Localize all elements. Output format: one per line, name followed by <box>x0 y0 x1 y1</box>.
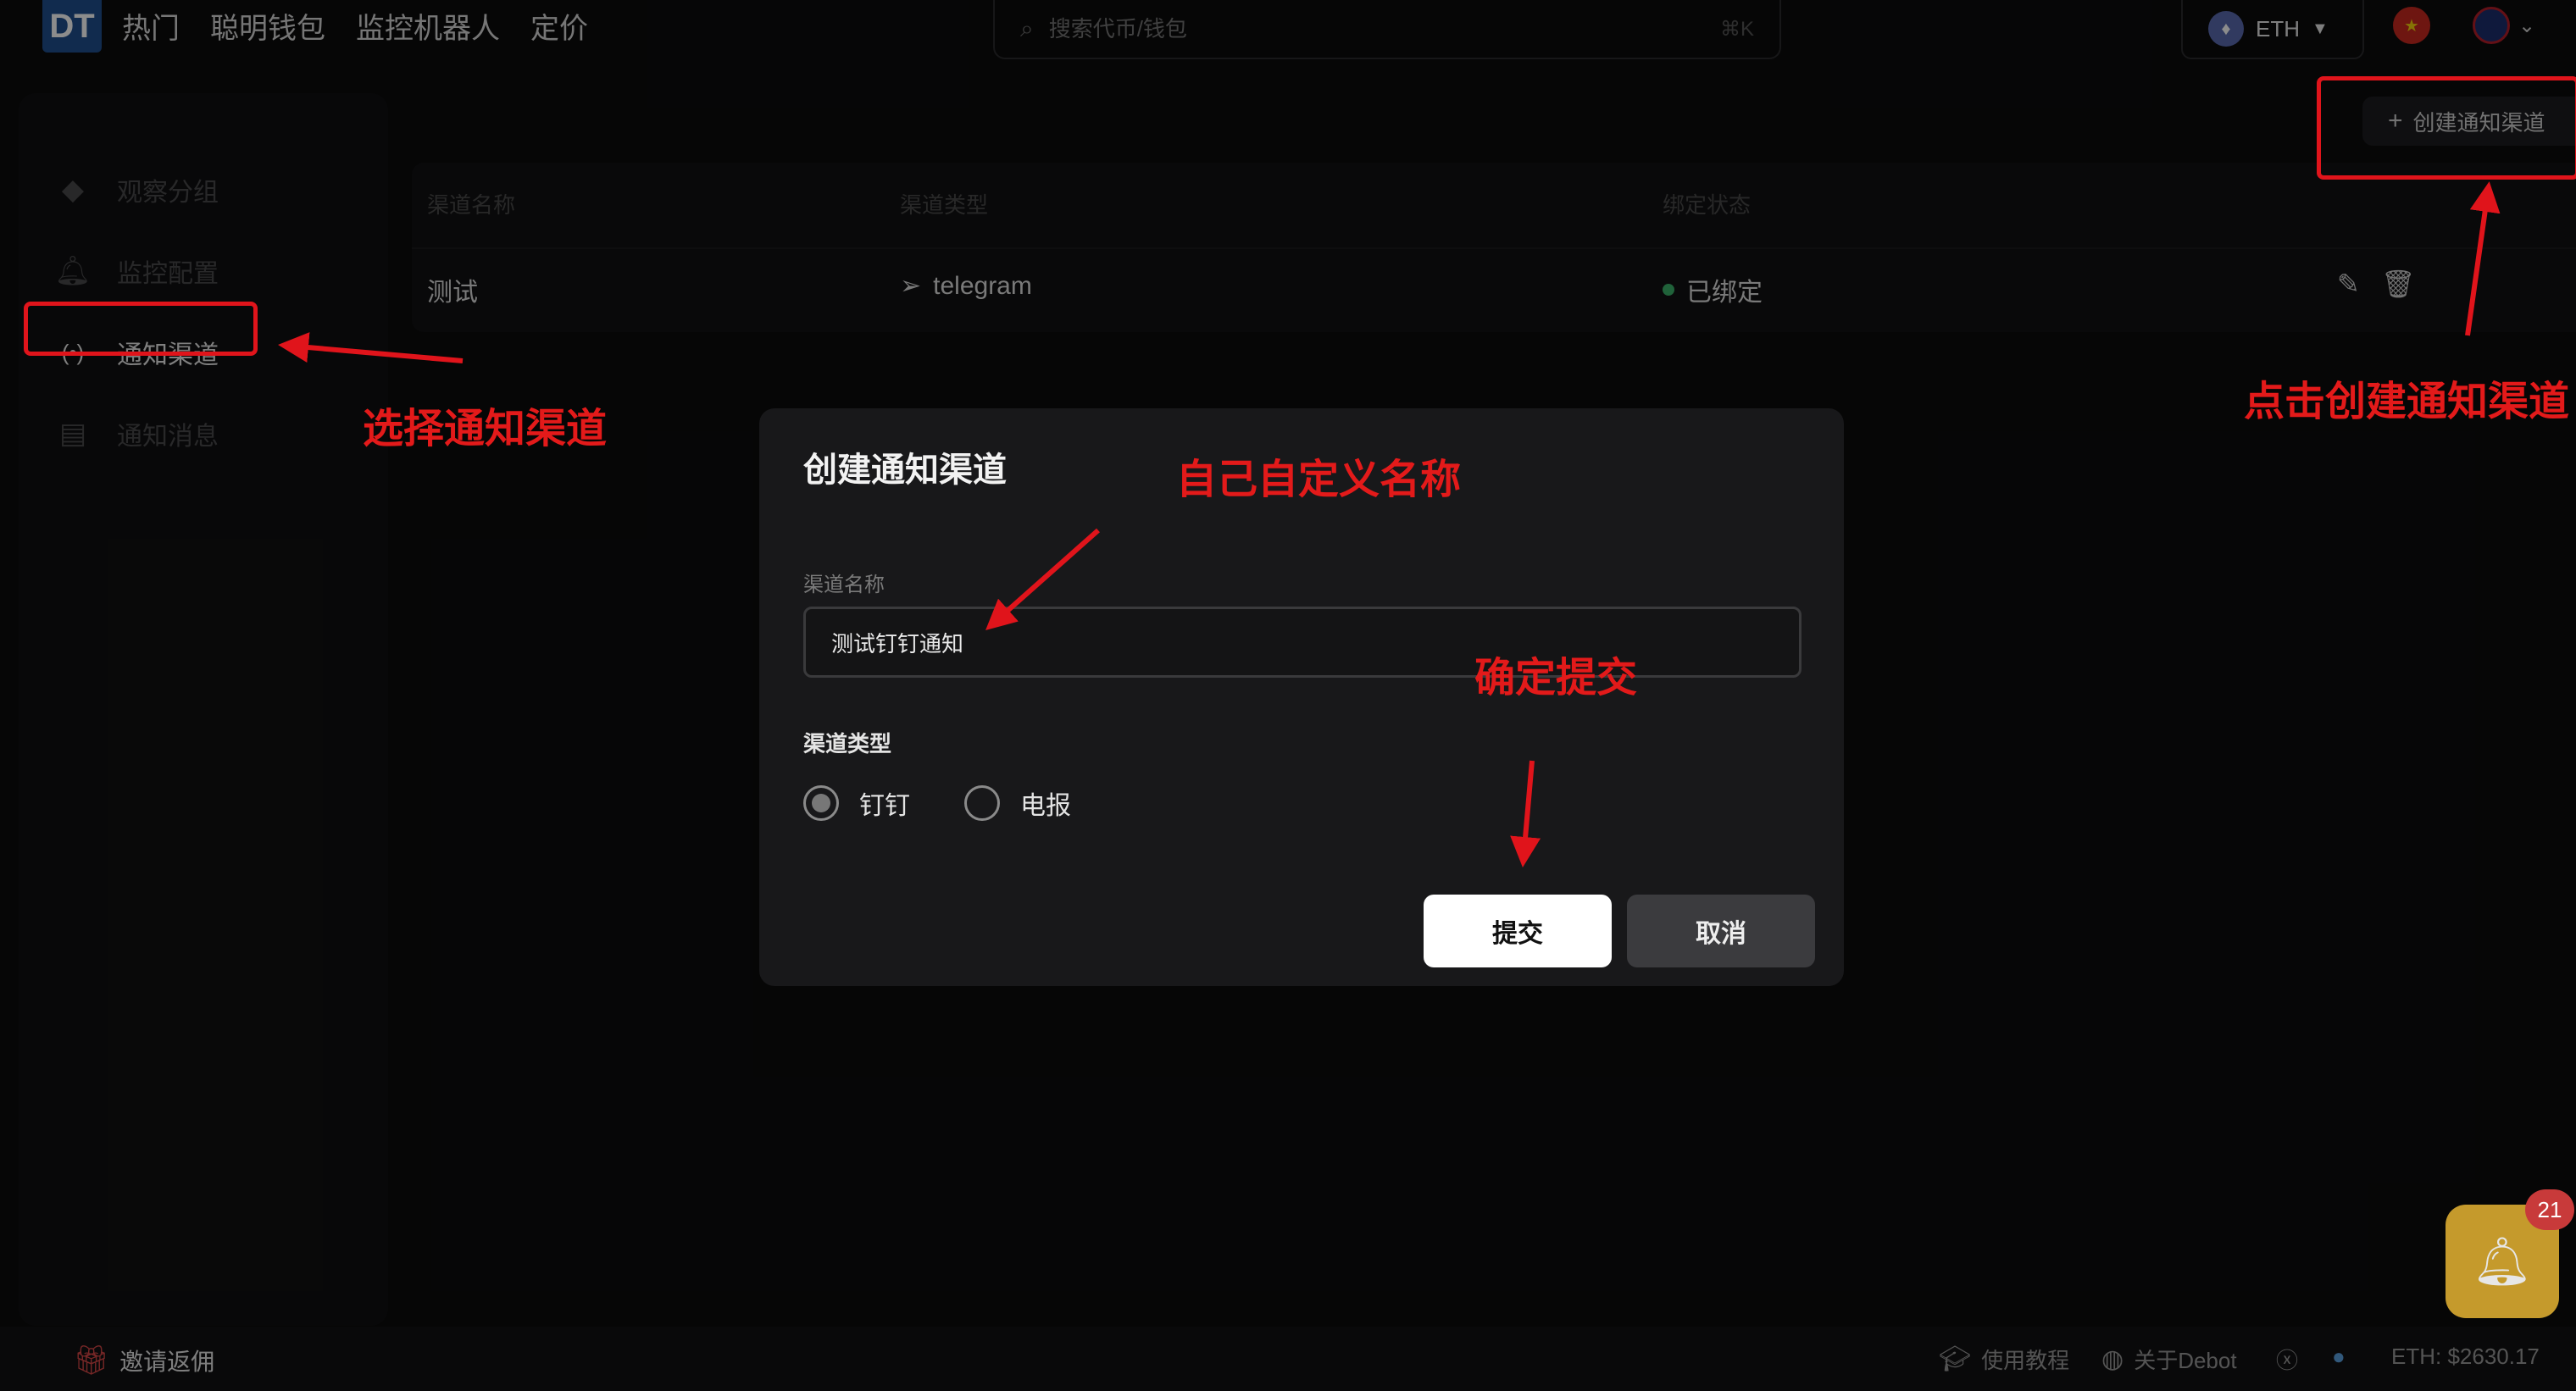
arrow-to-input <box>985 528 1100 630</box>
arrow-to-sidebar <box>278 332 464 363</box>
arrow-to-submit <box>1510 760 1541 867</box>
annotation-arrows <box>278 181 2501 867</box>
arrow-to-create <box>2465 181 2501 336</box>
